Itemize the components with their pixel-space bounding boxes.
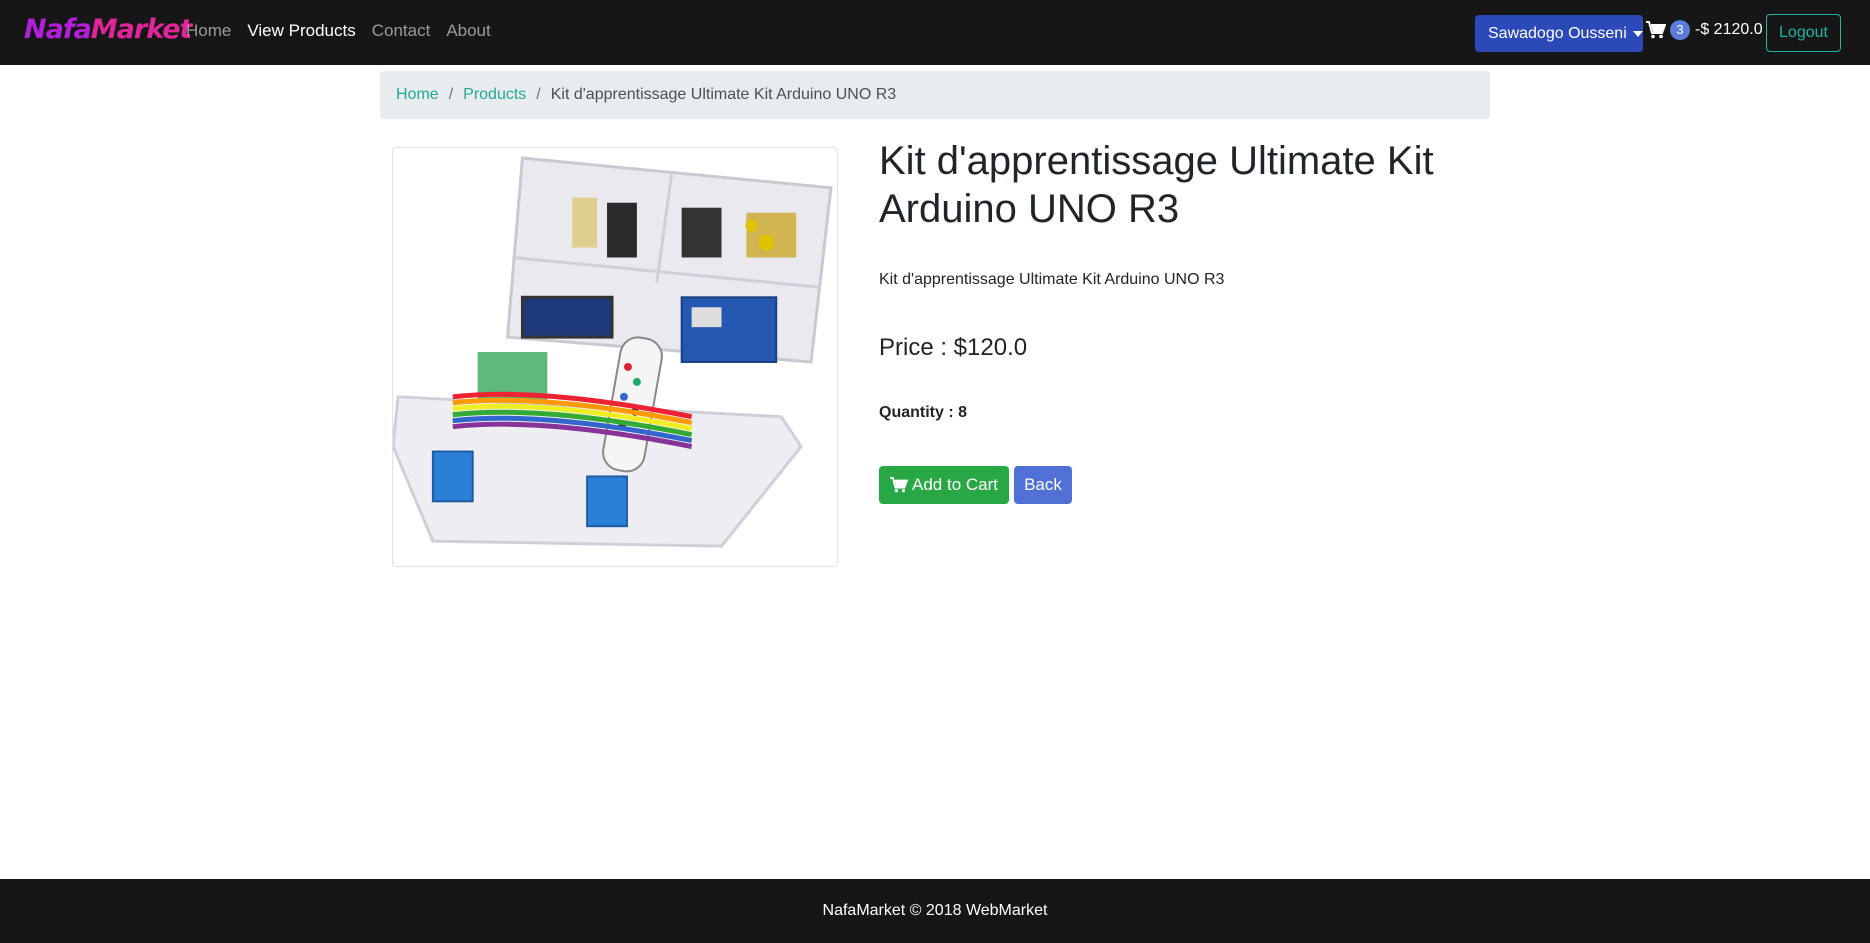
footer-text: NafaMarket © 2018 WebMarket [822, 902, 1048, 919]
back-button[interactable]: Back [1014, 466, 1072, 504]
breadcrumb-current: Kit d'apprentissage Ultimate Kit Arduino… [550, 86, 897, 103]
product-quantity: Quantity : 8 [879, 404, 968, 421]
cart-icon [890, 477, 908, 493]
add-to-cart-button[interactable]: Add to Cart [879, 466, 1009, 504]
nav-link-about[interactable]: About [446, 21, 490, 41]
breadcrumb-separator: / [448, 86, 454, 103]
nav-links: Home View Products Contact About [186, 21, 507, 41]
breadcrumb: Home / Products / Kit d'apprentissage Ul… [380, 71, 1490, 119]
arduino-kit-illustration [393, 156, 833, 548]
footer: NafaMarket © 2018 WebMarket [0, 879, 1870, 943]
chevron-down-icon [1632, 30, 1643, 37]
top-navbar: NafaMarket Home View Products Contact Ab… [0, 0, 1870, 65]
cart-summary[interactable]: 3 -$ 2120.0 [1646, 20, 1763, 40]
user-menu-dropdown[interactable]: Sawadogo Ousseni [1475, 15, 1643, 52]
product-title: Kit d'apprentissage Ultimate Kit Arduino… [879, 139, 1434, 231]
cart-count-badge: 3 [1670, 20, 1690, 40]
nav-link-contact[interactable]: Contact [372, 21, 431, 41]
product-price: Price : $120.0 [879, 334, 1028, 361]
product-description: Kit d'apprentissage Ultimate Kit Arduino… [879, 271, 1225, 288]
logout-button[interactable]: Logout [1766, 14, 1841, 52]
product-image [392, 147, 838, 567]
breadcrumb-home[interactable]: Home [396, 86, 439, 104]
nav-link-home[interactable]: Home [186, 21, 231, 41]
brand-prefix: Nafa [24, 14, 92, 45]
cart-icon [1646, 21, 1666, 39]
brand-logo[interactable]: NafaMarket [24, 14, 193, 45]
brand-suffix: Market [90, 14, 193, 45]
breadcrumb-products[interactable]: Products [463, 86, 526, 104]
nav-link-view-products[interactable]: View Products [247, 21, 355, 41]
add-to-cart-label: Add to Cart [912, 475, 998, 494]
breadcrumb-separator: / [536, 86, 541, 103]
user-menu-label: Sawadogo Ousseni [1488, 24, 1627, 42]
cart-total: -$ 2120.0 [1695, 21, 1763, 38]
